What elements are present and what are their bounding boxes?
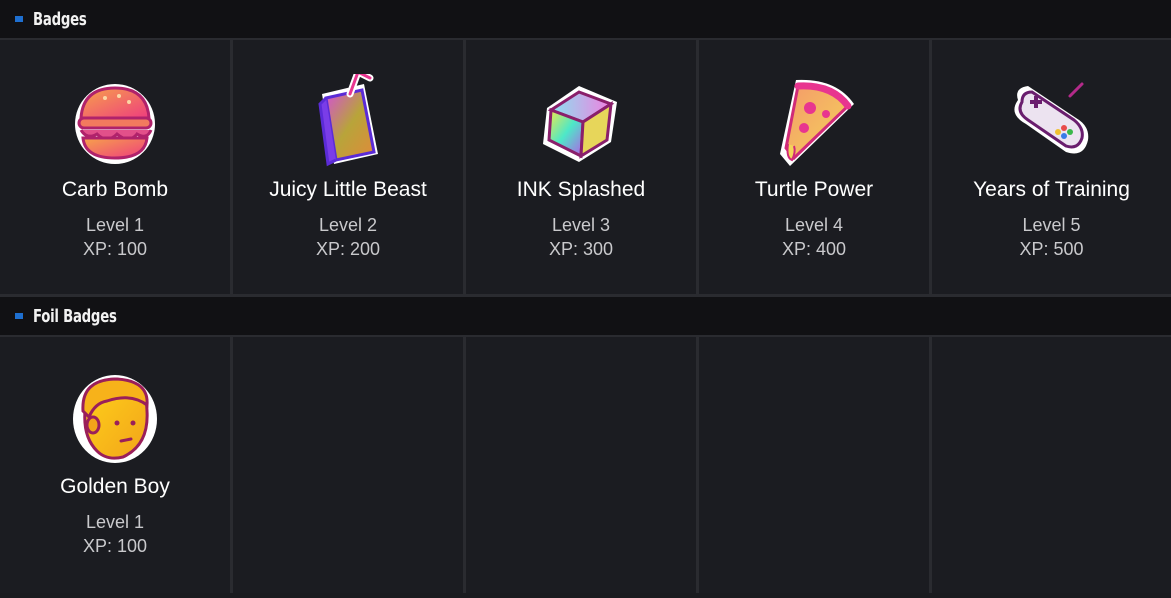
- section-title: Badges: [33, 8, 87, 30]
- badge-level: Level 2: [318, 215, 378, 235]
- badge-xp: XP: 500: [1019, 239, 1084, 259]
- badge-level: Level 1: [85, 215, 145, 235]
- empty-badge-slot: [466, 337, 699, 593]
- foil-badges-grid: Golden Boy Level 1 XP: 100: [0, 337, 1171, 593]
- cube-icon: [543, 86, 617, 162]
- badge-level: Level 1: [85, 512, 145, 532]
- badge-xp: XP: 100: [82, 536, 148, 556]
- badge-card-ink-splashed[interactable]: INK Splashed Level 3 XP: 300: [466, 40, 699, 294]
- section-header-badges: Badges: [0, 0, 1171, 40]
- juice-box-icon: [318, 74, 378, 167]
- badge-card-turtle-power[interactable]: Turtle Power Level 4 XP: 400: [699, 40, 932, 294]
- empty-badge-slot: [233, 337, 466, 593]
- burger-icon: [75, 84, 155, 164]
- badge-xp: XP: 200: [315, 239, 381, 259]
- badge-level: Level 5: [1022, 215, 1081, 235]
- badges-grid: Carb Bomb Level 1 XP: 100 Juicy Little B…: [0, 40, 1171, 294]
- badge-name: INK Splashed: [516, 178, 646, 201]
- empty-badge-slot: [932, 337, 1171, 593]
- badge-name: Years of Training: [973, 178, 1130, 201]
- pizza-slice-icon: [780, 79, 854, 166]
- empty-badge-slot: [699, 337, 932, 593]
- badge-xp: XP: 300: [548, 239, 614, 259]
- badge-name: Turtle Power: [754, 178, 874, 201]
- gamepad-icon: [1013, 82, 1088, 154]
- badge-level: Level 3: [551, 215, 611, 235]
- section-marker: [15, 16, 23, 22]
- section-marker: [15, 313, 23, 319]
- section-title: Foil Badges: [33, 305, 117, 327]
- badge-card-carb-bomb[interactable]: Carb Bomb Level 1 XP: 100: [0, 40, 233, 294]
- golden-face-icon: [73, 375, 157, 463]
- badge-name: Golden Boy: [60, 475, 170, 498]
- badge-xp: XP: 400: [781, 239, 847, 259]
- badge-name: Juicy Little Beast: [269, 178, 427, 201]
- badge-name: Carb Bomb: [61, 178, 169, 201]
- badge-card-years-of-training[interactable]: Years of Training Level 5 XP: 500: [932, 40, 1171, 294]
- section-header-foil-badges: Foil Badges: [0, 297, 1171, 337]
- badge-xp: XP: 100: [82, 239, 148, 259]
- badge-card-juicy-little-beast[interactable]: Juicy Little Beast Level 2 XP: 200: [233, 40, 466, 294]
- badge-card-golden-boy[interactable]: Golden Boy Level 1 XP: 100: [0, 337, 233, 593]
- badge-level: Level 4: [784, 215, 844, 235]
